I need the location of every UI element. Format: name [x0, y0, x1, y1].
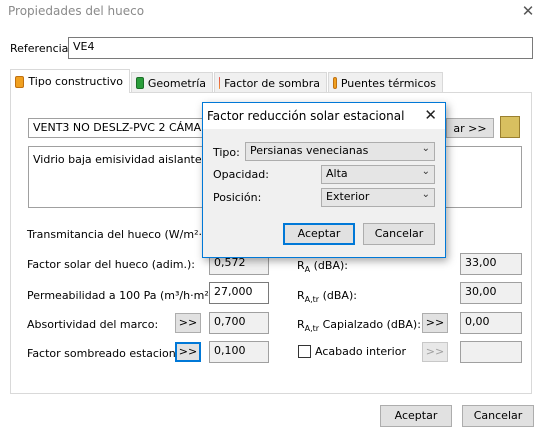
factor-solar-label: Factor solar del hueco (adim.):: [27, 258, 196, 271]
description-text: Vidrio baja emisividad aislante 4-12: [33, 153, 231, 166]
browse-window-type-button[interactable]: ar >>: [446, 118, 494, 138]
sombreado-button[interactable]: >>: [175, 342, 201, 362]
geometry-icon: [136, 77, 144, 89]
referencia-label: Referencia:: [10, 42, 73, 55]
dialog-titlebar: Factor reducción solar estacional ✕: [203, 103, 445, 129]
absortividad-field: 0,700: [209, 312, 269, 334]
absortividad-button[interactable]: >>: [175, 313, 201, 333]
acabado-interior-label: Acabado interior: [315, 345, 406, 358]
acabado-interior-button: >>: [422, 342, 448, 362]
accept-button[interactable]: Aceptar: [380, 405, 452, 427]
opacidad-select[interactable]: Alta ⌄: [321, 165, 435, 184]
referencia-input[interactable]: VE4: [68, 37, 533, 59]
posicion-label: Posición:: [213, 191, 262, 204]
chevron-down-icon: ⌄: [421, 189, 430, 200]
transmitancia-label: Transmitancia del hueco (W/m²·K):: [27, 228, 218, 241]
ratr-label: RA,tr (dBA):: [297, 289, 357, 305]
sombreado-field: 0,100: [209, 341, 269, 363]
absortividad-label: Absortividad del marco:: [27, 318, 159, 331]
folder-icon: [333, 77, 337, 89]
tipo-label: Tipo:: [213, 146, 240, 159]
ratr-capialzado-label: RA,tr Capialzado (dBA):: [297, 318, 421, 334]
tab-label: Tipo constructivo: [28, 75, 123, 88]
ratr-capialzado-button[interactable]: >>: [422, 313, 448, 333]
ra-label: RA (dBA):: [297, 259, 348, 275]
posicion-select-value: Exterior: [326, 190, 370, 203]
ratr-capialzado-field: 0,00: [460, 312, 522, 334]
dialog-title: Factor reducción solar estacional: [207, 109, 405, 123]
ra-field: 33,00: [460, 253, 522, 275]
library-icon[interactable]: [500, 116, 520, 138]
tipo-select[interactable]: Persianas venecianas ⌄: [245, 142, 435, 161]
permeabilidad-label: Permeabilidad a 100 Pa (m³/h·m²):: [27, 289, 217, 302]
tab-geometria[interactable]: Geometría: [131, 72, 213, 93]
dialog-close-icon[interactable]: ✕: [424, 106, 437, 124]
sombreado-label: Factor sombreado estacional:: [27, 347, 190, 360]
shade-icon: [219, 77, 221, 89]
chevron-down-icon: ⌄: [421, 166, 430, 177]
acabado-interior-field: [460, 341, 522, 363]
tab-factor-de-sombra[interactable]: Factor de sombra: [214, 72, 327, 93]
ratr-field: 30,00: [460, 282, 522, 304]
window-close-icon[interactable]: ✕: [520, 2, 536, 20]
tab-label: Geometría: [147, 76, 206, 90]
permeabilidad-field[interactable]: 27,000: [209, 282, 269, 304]
tipo-select-value: Persianas venecianas: [250, 144, 369, 157]
opacidad-select-value: Alta: [326, 167, 348, 180]
dialog-cancel-button[interactable]: Cancelar: [363, 223, 435, 245]
tab-label: Factor de sombra: [224, 76, 320, 90]
opacidad-label: Opacidad:: [213, 168, 269, 181]
chevron-down-icon: ⌄: [421, 143, 430, 154]
tab-tipo-constructivo[interactable]: Tipo constructivo: [10, 69, 130, 93]
tab-puentes-termicos[interactable]: Puentes térmicos: [328, 72, 443, 93]
tab-label: Puentes térmicos: [340, 76, 436, 90]
cancel-button[interactable]: Cancelar: [462, 405, 534, 427]
window-title: Propiedades del hueco: [8, 4, 145, 18]
factor-reduccion-dialog: Factor reducción solar estacional ✕ Tipo…: [202, 102, 446, 258]
dialog-accept-button[interactable]: Aceptar: [283, 223, 355, 245]
posicion-select[interactable]: Exterior ⌄: [321, 188, 435, 207]
acabado-interior-checkbox[interactable]: [298, 345, 311, 358]
folder-icon: [15, 75, 25, 88]
